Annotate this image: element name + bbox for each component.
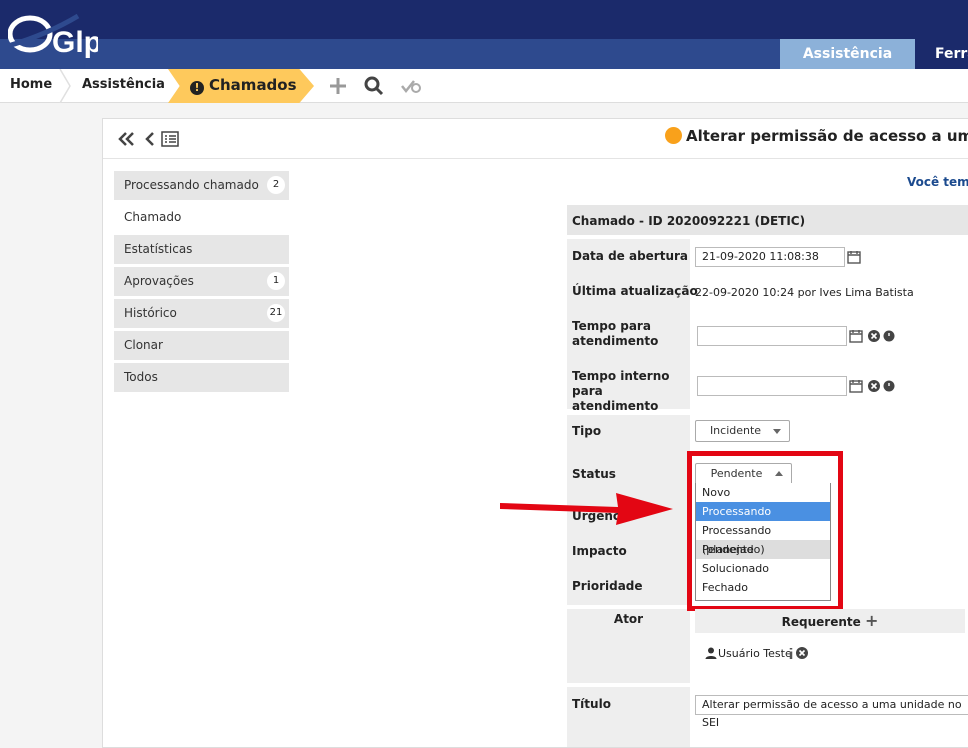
field-labels-bg-4 (567, 687, 690, 747)
priority-label: Prioridade (572, 579, 643, 593)
tab-processando-chamado[interactable]: Processando chamado 2 (114, 171, 289, 200)
ticket-title-text: Alterar permissão de acesso a uma uni (686, 127, 968, 145)
time-to-resolve-label: Tempo para atendimento (572, 319, 659, 348)
tab-count-badge: 2 (267, 176, 285, 194)
clear-icon[interactable] (867, 379, 881, 393)
tab-chamado[interactable]: Chamado (114, 203, 289, 232)
title-input[interactable]: Alterar permissão de acesso a uma unidad… (695, 695, 968, 729)
actor-label: Ator (613, 612, 644, 626)
ticket-title-header: Alterar permissão de acesso a uma uni (665, 127, 968, 145)
tab-historico[interactable]: Histórico 21 (114, 299, 289, 328)
stopwatch-icon[interactable] (882, 328, 896, 342)
add-requester-icon[interactable]: + (865, 611, 878, 630)
tab-label: Clonar (124, 338, 163, 352)
breadcrumb-home[interactable]: Home (10, 69, 52, 103)
requester-user[interactable]: Usuário Teste (718, 647, 792, 660)
menu-assistencia[interactable]: Assistência (780, 39, 915, 69)
list-icon[interactable] (161, 131, 179, 147)
tab-count-badge: 21 (267, 304, 285, 322)
tab-label: Aprovações (124, 274, 194, 288)
add-icon[interactable] (327, 75, 349, 97)
impact-label: Impacto (572, 544, 627, 558)
breadcrumb-assistencia[interactable]: Assistência (82, 69, 165, 103)
last-update-label: Última atualização (572, 284, 698, 298)
type-label: Tipo (572, 424, 602, 438)
glpi-logo[interactable]: Glpi (8, 6, 98, 58)
breadcrumb: Home Assistência ! Chamados (0, 69, 968, 103)
tab-label: Histórico (124, 306, 177, 320)
tab-aprovacoes[interactable]: Aprovações 1 (114, 267, 289, 296)
tab-label: Todos (124, 370, 158, 384)
chevron-left-icon[interactable] (141, 131, 159, 147)
internal-time-label: Tempo interno para atendimento (572, 369, 670, 413)
calendar-icon[interactable] (849, 329, 863, 343)
warning-icon: ! (190, 81, 204, 95)
calendar-icon[interactable] (849, 379, 863, 393)
tab-label: Estatísticas (124, 242, 193, 256)
panel-header: Alterar permissão de acesso a uma uni (103, 119, 968, 159)
highlight-box (687, 451, 843, 611)
time-to-resolve-input[interactable] (697, 326, 847, 346)
tab-list: Processando chamado 2 Chamado Estatística… (114, 171, 289, 395)
last-update-value: 22-09-2020 10:24 por Ives Lima Batista (695, 286, 914, 299)
requester-label: Requerente (781, 615, 861, 629)
status-dot-icon (665, 127, 682, 144)
tab-label: Processando chamado (124, 178, 259, 192)
remove-requester-icon[interactable] (795, 646, 809, 660)
tab-estatisticas[interactable]: Estatísticas (114, 235, 289, 264)
breadcrumb-separator-icon (59, 69, 71, 103)
title-label: Título (572, 697, 611, 711)
notice-link[interactable]: Você tem a (907, 175, 968, 189)
user-icon (705, 647, 717, 659)
breadcrumb-chamados-label: Chamados (209, 76, 297, 94)
section-title: Chamado - ID 2020092221 (DETIC) (572, 214, 806, 228)
opening-date-input[interactable]: 21-09-2020 11:08:38 (695, 247, 845, 267)
stopwatch-icon[interactable] (882, 378, 896, 392)
menu-ferramentas[interactable]: Ferra (915, 39, 968, 69)
clear-icon[interactable] (867, 329, 881, 343)
opening-date-label: Data de abertura (572, 249, 689, 263)
tab-clonar[interactable]: Clonar (114, 331, 289, 360)
status-label: Status (572, 467, 616, 481)
requester-header: Requerente + (695, 609, 965, 633)
double-chevron-left-icon[interactable] (117, 131, 135, 147)
tab-count-badge: 1 (267, 272, 285, 290)
internal-time-input[interactable] (697, 376, 847, 396)
red-arrow-icon (500, 493, 673, 525)
tab-label: Chamado (124, 210, 182, 224)
chevron-down-icon (773, 429, 781, 434)
tab-todos[interactable]: Todos (114, 363, 289, 392)
search-icon[interactable] (363, 75, 385, 97)
type-value: Incidente (709, 424, 762, 437)
breadcrumb-chamados[interactable]: ! Chamados (168, 69, 314, 103)
logo-text: Glpi (52, 26, 98, 58)
type-select[interactable]: Incidente (695, 420, 790, 442)
main-panel: Alterar permissão de acesso a uma uni Pr… (102, 118, 968, 748)
calendar-icon[interactable] (847, 250, 861, 264)
top-bar: Glpi Assistência Ferra (0, 0, 968, 69)
saved-search-icon[interactable] (400, 75, 422, 97)
